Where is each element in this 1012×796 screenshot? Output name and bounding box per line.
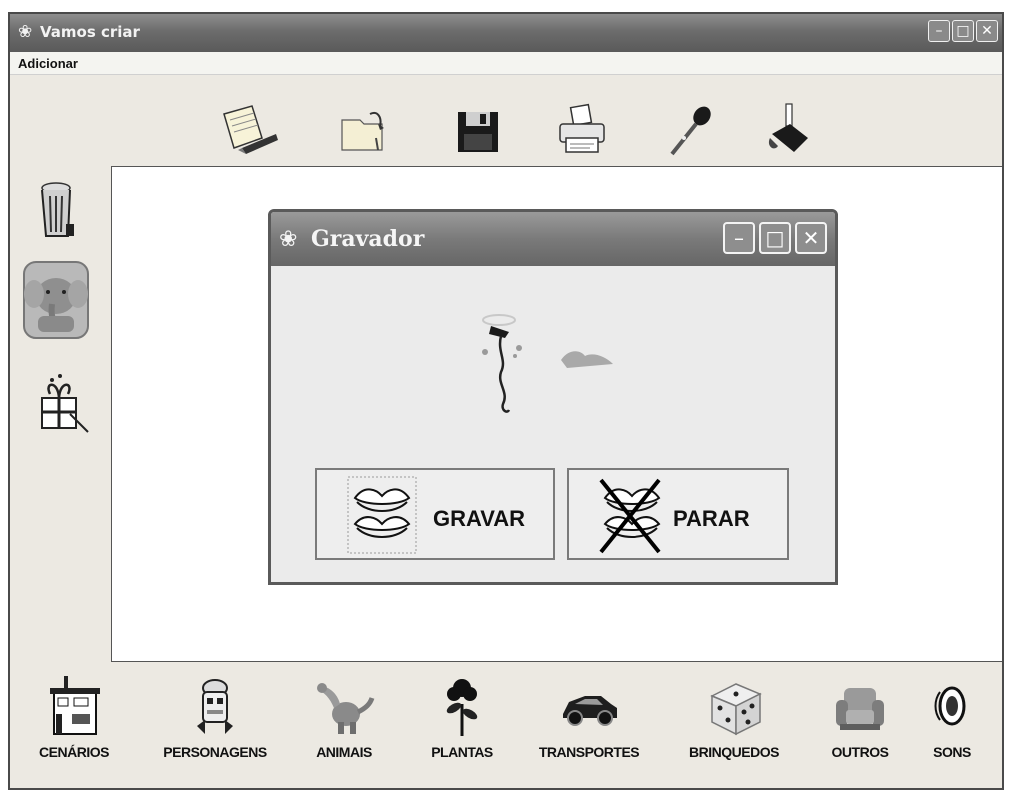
category-label: TRANSPORTES bbox=[538, 744, 640, 760]
robot-icon bbox=[197, 679, 233, 734]
category-personagens[interactable]: PERSONAGENS bbox=[150, 674, 280, 784]
close-icon: ✕ bbox=[802, 226, 820, 250]
lips-icon bbox=[347, 476, 417, 554]
category-label: PLANTAS bbox=[431, 744, 493, 760]
maximize-button[interactable]: □ bbox=[952, 20, 974, 42]
open-tool-button[interactable] bbox=[332, 98, 396, 162]
category-cenarios[interactable]: CENÁRIOS bbox=[24, 674, 124, 784]
main-window: ❀ Vamos criar – □ ✕ Adicionar ❀ Gravador… bbox=[8, 12, 1004, 790]
elephant-button[interactable] bbox=[20, 260, 92, 340]
paint-tool-button[interactable] bbox=[760, 98, 824, 162]
dialog-app-icon: ❀ bbox=[279, 226, 298, 251]
plant-icon bbox=[446, 679, 478, 736]
window-titlebar[interactable]: ❀ Vamos criar – □ ✕ bbox=[10, 14, 1002, 52]
elephant-icon bbox=[23, 261, 89, 339]
close-icon: ✕ bbox=[981, 23, 993, 39]
category-label: CENÁRIOS bbox=[39, 744, 109, 760]
dialog-minimize-button[interactable]: – bbox=[723, 222, 755, 254]
minimize-icon: – bbox=[734, 226, 744, 250]
trash-can-icon bbox=[41, 182, 74, 237]
notepad-tool-button[interactable] bbox=[218, 98, 282, 162]
microphone-tool-button[interactable] bbox=[658, 98, 722, 162]
recorder-dialog: ❀ Gravador – □ ✕ GRAVAR PARAR bbox=[268, 209, 838, 585]
microphone-icon bbox=[670, 106, 711, 156]
category-label: BRINQUEDOS bbox=[689, 744, 779, 760]
category-label: ANIMAIS bbox=[316, 744, 372, 760]
window-controls: – □ ✕ bbox=[928, 20, 998, 42]
drawing-canvas[interactable]: ❀ Gravador – □ ✕ GRAVAR PARAR bbox=[111, 166, 1002, 662]
minimize-button[interactable]: – bbox=[928, 20, 950, 42]
crossed-lips-icon bbox=[599, 478, 661, 554]
dinosaur-icon bbox=[317, 683, 375, 734]
maximize-icon: □ bbox=[956, 23, 970, 39]
window-title: Vamos criar bbox=[40, 23, 140, 41]
toolbar bbox=[210, 98, 830, 168]
category-transportes[interactable]: TRANSPORTES bbox=[524, 674, 654, 784]
stop-button-label: PARAR bbox=[673, 506, 750, 531]
paint-bucket-icon bbox=[768, 103, 808, 152]
category-brinquedos[interactable]: BRINQUEDOS bbox=[674, 674, 794, 784]
open-folder-icon bbox=[341, 112, 384, 151]
dialog-maximize-button[interactable]: □ bbox=[759, 222, 791, 254]
dialog-titlebar[interactable]: ❀ Gravador – □ ✕ bbox=[271, 212, 835, 266]
category-sons[interactable]: SONS bbox=[912, 674, 992, 784]
category-label: SONS bbox=[933, 744, 971, 760]
category-animais[interactable]: ANIMAIS bbox=[294, 674, 394, 784]
building-icon bbox=[50, 676, 100, 735]
notepad-pencil-icon bbox=[223, 105, 278, 154]
print-tool-button[interactable] bbox=[550, 98, 614, 162]
dialog-window-controls: – □ ✕ bbox=[723, 222, 827, 254]
record-button[interactable]: GRAVAR bbox=[315, 468, 555, 560]
trash-button[interactable] bbox=[26, 174, 98, 254]
speaker-icon bbox=[934, 686, 966, 726]
printer-icon bbox=[559, 103, 605, 153]
car-icon bbox=[563, 696, 617, 726]
menubar: Adicionar bbox=[10, 52, 1002, 75]
category-plantas[interactable]: PLANTAS bbox=[412, 674, 512, 784]
dice-icon bbox=[710, 683, 762, 736]
dialog-close-button[interactable]: ✕ bbox=[795, 222, 827, 254]
microphone-sound-icon bbox=[482, 314, 613, 413]
close-button[interactable]: ✕ bbox=[976, 20, 998, 42]
maximize-icon: □ bbox=[765, 226, 785, 250]
category-outros[interactable]: OUTROS bbox=[810, 674, 910, 784]
armchair-icon bbox=[836, 688, 884, 730]
floppy-disk-save-icon bbox=[458, 112, 498, 152]
category-label: OUTROS bbox=[831, 744, 889, 760]
cut-button[interactable] bbox=[30, 370, 102, 450]
scissors-gift-icon bbox=[41, 374, 89, 433]
category-bar: CENÁRIOS PERSONAGENS ANIMAIS PLANTAS TRA… bbox=[10, 674, 1002, 788]
record-button-label: GRAVAR bbox=[433, 506, 526, 531]
category-label: PERSONAGENS bbox=[163, 744, 267, 760]
menu-adicionar[interactable]: Adicionar bbox=[18, 56, 78, 71]
app-icon: ❀ bbox=[18, 22, 33, 41]
save-tool-button[interactable] bbox=[446, 98, 510, 162]
minimize-icon: – bbox=[935, 23, 943, 39]
dialog-title: Gravador bbox=[311, 226, 425, 252]
stop-button[interactable]: PARAR bbox=[567, 468, 789, 560]
